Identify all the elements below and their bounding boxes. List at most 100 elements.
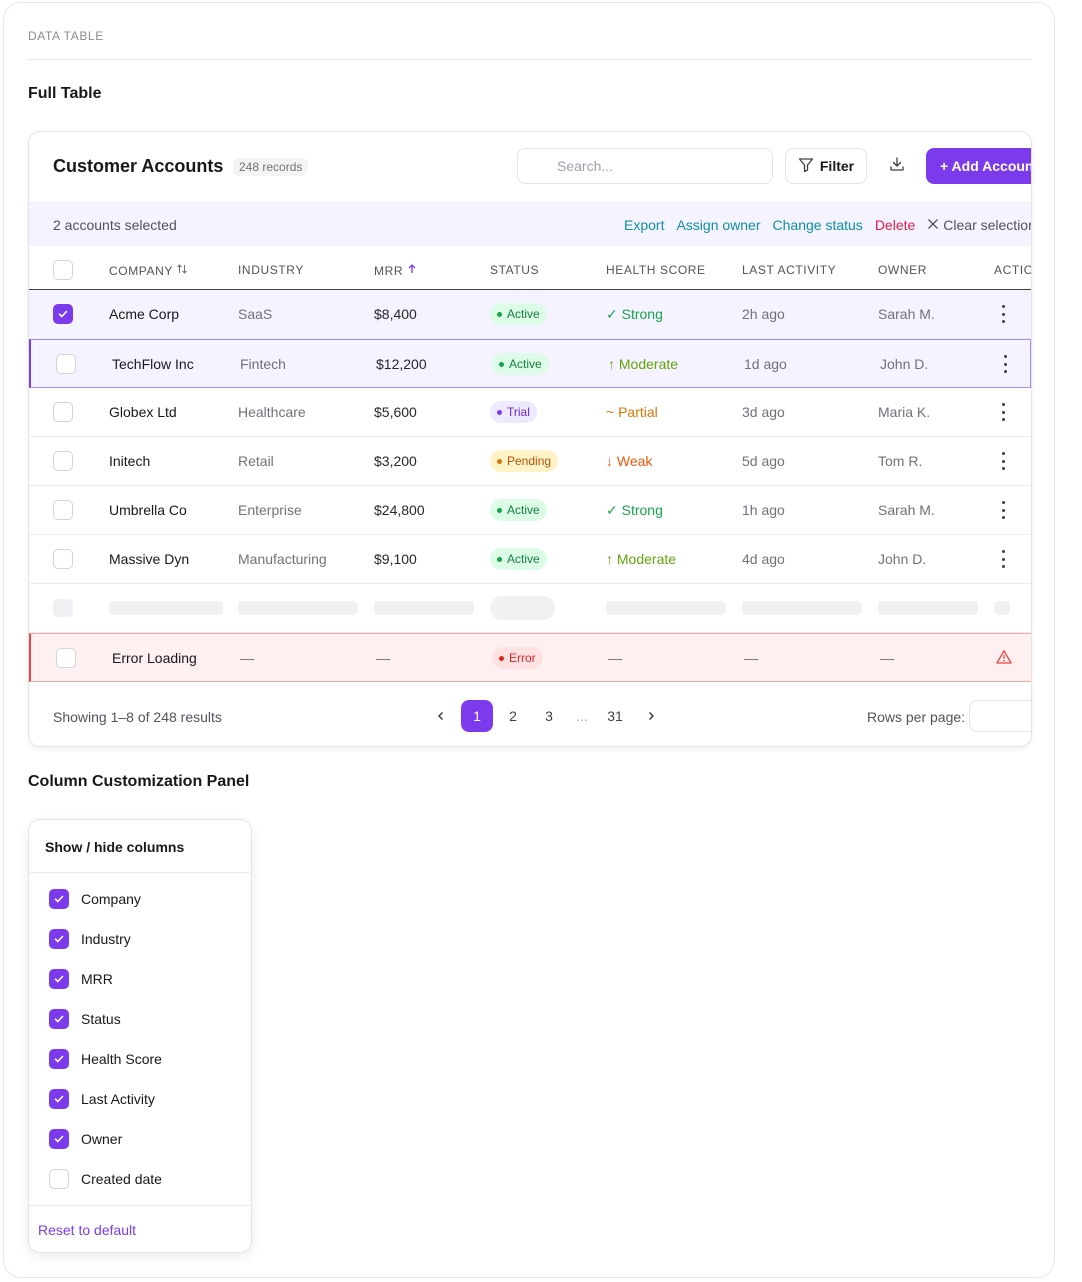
more-actions-icon[interactable]	[1003, 355, 1007, 373]
chevron-left-icon	[437, 711, 444, 721]
table-row[interactable]: TechFlow Inc Fintech $12,200 Active ↑ Mo…	[29, 339, 1031, 388]
reset-to-default-link[interactable]: Reset to default	[38, 1222, 136, 1238]
owner-cell: Sarah M.	[878, 502, 935, 518]
column-checkbox[interactable]	[49, 1089, 69, 1109]
row-checkbox[interactable]	[53, 500, 73, 520]
column-checkbox[interactable]	[49, 929, 69, 949]
column-header-health[interactable]: HEALTH SCORE	[606, 263, 706, 277]
column-header-company-label: COMPANY	[109, 263, 173, 278]
column-toggle-owner[interactable]: Owner	[49, 1129, 122, 1149]
tilde-icon: ~	[606, 404, 619, 420]
table-row[interactable]: Massive Dyn Manufacturing $9,100 Active …	[29, 535, 1031, 584]
filter-label: Filter	[819, 158, 855, 174]
filter-button[interactable]: Filter	[785, 148, 867, 184]
row-checkbox[interactable]	[53, 549, 73, 569]
company-cell: Globex Ltd	[109, 404, 177, 420]
owner-cell: Maria K.	[878, 404, 931, 420]
column-toggle-label: MRR	[81, 971, 113, 987]
column-toggle-company[interactable]: Company	[49, 889, 141, 909]
skeleton-block	[606, 601, 726, 615]
column-toggle-status[interactable]: Status	[49, 1009, 121, 1029]
search-input[interactable]	[517, 148, 773, 184]
page-3-button[interactable]: 3	[533, 700, 565, 732]
column-toggle-label: Last Activity	[81, 1091, 155, 1107]
table-row[interactable]: Globex Ltd Healthcare $5,600 Trial ~ Par…	[29, 388, 1031, 437]
more-actions-icon[interactable]	[1001, 501, 1005, 519]
more-actions-icon[interactable]	[1001, 550, 1005, 568]
company-cell: TechFlow Inc	[112, 356, 194, 372]
close-icon	[927, 217, 939, 233]
arrow-up-icon: ↑	[606, 551, 617, 567]
error-row: Error Loading — — Error — — —	[29, 633, 1031, 682]
column-header-industry[interactable]: INDUSTRY	[238, 263, 304, 277]
arrow-down-icon: ↓	[606, 453, 617, 469]
check-icon	[54, 975, 64, 983]
mrr-cell: $5,600	[374, 404, 417, 420]
status-badge: Active	[490, 548, 547, 570]
full-table-heading: Full Table	[28, 85, 102, 102]
column-toggle-created-date[interactable]: Created date	[49, 1169, 162, 1189]
table-row[interactable]: Umbrella Co Enterprise $24,800 Active ✓ …	[29, 486, 1031, 535]
skeleton-block	[490, 596, 555, 620]
column-checkbox[interactable]	[49, 969, 69, 989]
previous-page-button[interactable]	[425, 700, 457, 732]
column-toggle-last-activity[interactable]: Last Activity	[49, 1089, 155, 1109]
skeleton-block	[53, 599, 73, 617]
more-actions-icon[interactable]	[1001, 452, 1005, 470]
column-header-last-activity[interactable]: LAST ACTIVITY	[742, 263, 836, 277]
row-checkbox[interactable]	[56, 354, 76, 374]
row-checkbox[interactable]	[53, 304, 73, 324]
arrow-up-icon: ↑	[608, 356, 619, 372]
table-row[interactable]: Acme Corp SaaS $8,400 Active ✓ Strong 2h…	[29, 290, 1031, 339]
status-label: Pending	[507, 454, 552, 468]
more-actions-icon[interactable]	[1001, 305, 1005, 323]
mrr-cell: $3,200	[374, 453, 417, 469]
column-toggle-mrr[interactable]: MRR	[49, 969, 113, 989]
table-row[interactable]: Initech Retail $3,200 Pending ↓ Weak 5d …	[29, 437, 1031, 486]
row-checkbox[interactable]	[56, 648, 76, 668]
column-toggle-health-score[interactable]: Health Score	[49, 1049, 162, 1069]
check-icon	[54, 1015, 64, 1023]
column-header-owner[interactable]: OWNER	[878, 263, 927, 277]
page-ellipsis: ...	[576, 708, 588, 724]
column-toggle-industry[interactable]: Industry	[49, 929, 131, 949]
delete-link[interactable]: Delete	[875, 217, 915, 233]
select-all-checkbox[interactable]	[53, 260, 73, 280]
column-header-status[interactable]: STATUS	[490, 263, 539, 277]
check-icon	[54, 895, 64, 903]
download-button[interactable]	[881, 148, 913, 184]
change-status-link[interactable]: Change status	[773, 217, 863, 233]
results-summary: Showing 1–8 of 248 results	[53, 709, 222, 725]
health-cell: ↑ Moderate	[608, 356, 679, 372]
column-toggle-label: Status	[81, 1011, 121, 1027]
page-2-button[interactable]: 2	[497, 700, 529, 732]
column-checkbox[interactable]	[49, 1049, 69, 1069]
company-cell: Acme Corp	[109, 306, 180, 322]
placeholder-dash: —	[880, 650, 894, 666]
rows-per-page-select[interactable]	[969, 700, 1031, 732]
mrr-cell: $9,100	[374, 551, 417, 567]
check-icon	[54, 1055, 64, 1063]
column-header-mrr[interactable]: MRR	[374, 263, 418, 278]
next-page-button[interactable]	[635, 700, 667, 732]
error-label: Error Loading	[112, 650, 197, 666]
column-checkbox[interactable]	[49, 1169, 69, 1189]
column-header-actions: ACTIONS	[994, 263, 1031, 277]
mrr-cell: $12,200	[376, 356, 427, 372]
column-checkbox[interactable]	[49, 1009, 69, 1029]
page-1-button[interactable]: 1	[461, 700, 493, 732]
clear-selection-link[interactable]: Clear selection	[927, 217, 1031, 233]
data-table-card: Customer Accounts 248 records Filter + A…	[28, 131, 1032, 747]
column-checkbox[interactable]	[49, 1129, 69, 1149]
row-checkbox[interactable]	[53, 451, 73, 471]
column-checkbox[interactable]	[49, 889, 69, 909]
page-31-button[interactable]: 31	[599, 700, 631, 732]
export-link[interactable]: Export	[624, 217, 664, 233]
more-actions-icon[interactable]	[1001, 403, 1005, 421]
health-cell: ↓ Weak	[606, 453, 653, 469]
column-header-company[interactable]: COMPANY	[109, 263, 188, 278]
assign-owner-link[interactable]: Assign owner	[676, 217, 760, 233]
add-account-button[interactable]: + Add Account	[926, 148, 1031, 184]
industry-cell: Retail	[238, 453, 274, 469]
row-checkbox[interactable]	[53, 402, 73, 422]
